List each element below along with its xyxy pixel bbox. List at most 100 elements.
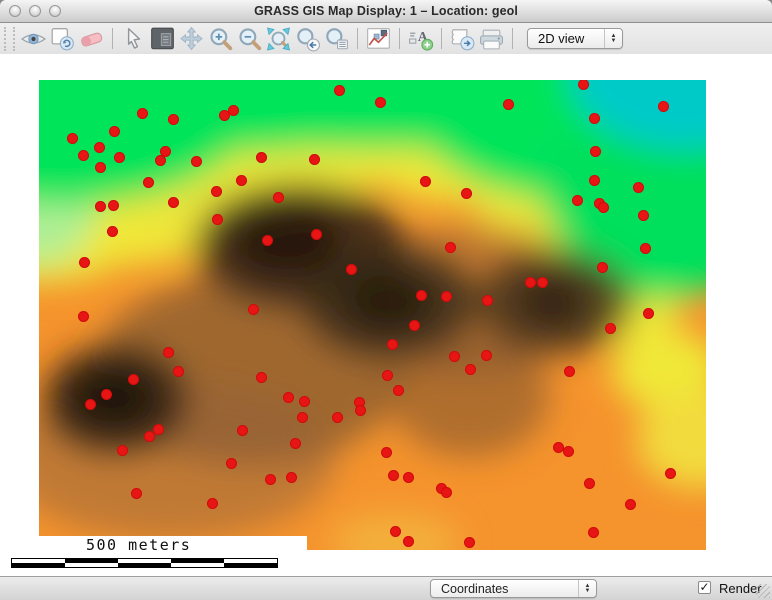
map-point (273, 192, 284, 203)
map-point (78, 311, 89, 322)
map-point (564, 366, 575, 377)
pan-icon[interactable] (177, 26, 206, 52)
map-point (537, 277, 548, 288)
toolbar-separator (441, 28, 442, 49)
minimize-button[interactable] (29, 5, 41, 17)
map-point (640, 243, 651, 254)
display-map-eye-icon[interactable] (19, 26, 48, 52)
scalebar-bar (11, 558, 278, 568)
map-point (409, 320, 420, 331)
statusbar: Coordinates ▲▼ ✓ Render (0, 576, 772, 600)
map-point (633, 182, 644, 193)
zoom-button[interactable] (49, 5, 61, 17)
map-point (309, 154, 320, 165)
map-point (114, 152, 125, 163)
statusbar-mode-dropdown[interactable]: Coordinates ▲▼ (430, 579, 597, 598)
map-point (420, 176, 431, 187)
map-point (445, 242, 456, 253)
erase-display-icon[interactable] (77, 26, 106, 52)
map-point (588, 527, 599, 538)
map-point (117, 445, 128, 456)
map-point (311, 229, 322, 240)
map-point (381, 447, 392, 458)
map-point (416, 290, 427, 301)
titlebar: GRASS GIS Map Display: 1 – Location: geo… (0, 0, 772, 23)
map-point (143, 177, 154, 188)
grass-map-display-window: GRASS GIS Map Display: 1 – Location: geo… (0, 0, 772, 600)
map-point (590, 146, 601, 157)
map-canvas[interactable] (39, 80, 706, 550)
dropdown-stepper-icon: ▲▼ (604, 29, 622, 48)
map-point (137, 108, 148, 119)
map-point (597, 262, 608, 273)
map-point (94, 142, 105, 153)
map-point (525, 277, 536, 288)
map-point (108, 200, 119, 211)
map-point (464, 537, 475, 548)
map-point (212, 214, 223, 225)
window-controls (9, 5, 61, 17)
map-point (403, 536, 414, 547)
map-point (207, 498, 218, 509)
map-point (388, 470, 399, 481)
map-point (155, 155, 166, 166)
statusbar-mode-value: Coordinates (431, 582, 578, 596)
map-point (643, 308, 654, 319)
close-button[interactable] (9, 5, 21, 17)
raster-surface (39, 80, 706, 550)
add-overlay-icon[interactable]: A (406, 26, 435, 52)
map-point (85, 399, 96, 410)
zoom-in-icon[interactable] (206, 26, 235, 52)
scalebar-segment (118, 563, 171, 567)
map-point (658, 101, 669, 112)
map-point (67, 133, 78, 144)
pointer-icon[interactable] (119, 26, 148, 52)
view-mode-dropdown[interactable]: 2D view ▲▼ (527, 28, 623, 49)
map-point (107, 226, 118, 237)
map-point (144, 431, 155, 442)
map-point (265, 474, 276, 485)
map-point (95, 201, 106, 212)
map-point (290, 438, 301, 449)
render-checkbox[interactable]: ✓ (698, 581, 711, 594)
map-point (236, 175, 247, 186)
zoom-back-icon[interactable] (293, 26, 322, 52)
checkmark-icon: ✓ (699, 580, 709, 594)
zoom-options-icon[interactable] (322, 26, 351, 52)
map-point (563, 446, 574, 457)
map-point (482, 295, 493, 306)
save-display-icon[interactable] (448, 26, 477, 52)
map-point (211, 186, 222, 197)
toolbar-drag-handle-icon[interactable] (4, 27, 15, 51)
analyze-chart-icon[interactable] (364, 26, 393, 52)
map-point (355, 405, 366, 416)
resize-grip-icon[interactable] (756, 584, 770, 598)
map-point (256, 372, 267, 383)
map-point (95, 162, 106, 173)
map-point (503, 99, 514, 110)
map-point (334, 85, 345, 96)
scalebar-label: 500 meters (86, 536, 191, 554)
map-point (382, 370, 393, 381)
map-point (286, 472, 297, 483)
map-point (109, 126, 120, 137)
map-toolbar: A 2D view ▲▼ (0, 23, 772, 55)
query-icon[interactable] (148, 26, 177, 52)
map-point (262, 235, 273, 246)
map-point (461, 188, 472, 199)
render-map-icon[interactable] (48, 26, 77, 52)
map-point (78, 150, 89, 161)
zoom-out-icon[interactable] (235, 26, 264, 52)
map-point (173, 366, 184, 377)
toolbar-separator (357, 28, 358, 49)
view-mode-value: 2D view (528, 31, 604, 46)
map-point (403, 472, 414, 483)
scalebar-segment (224, 563, 277, 567)
map-point (131, 488, 142, 499)
map-point (283, 392, 294, 403)
zoom-extent-icon[interactable] (264, 26, 293, 52)
map-point (390, 526, 401, 537)
toolbar-separator (112, 28, 113, 49)
print-icon[interactable] (477, 26, 506, 52)
map-point (168, 197, 179, 208)
